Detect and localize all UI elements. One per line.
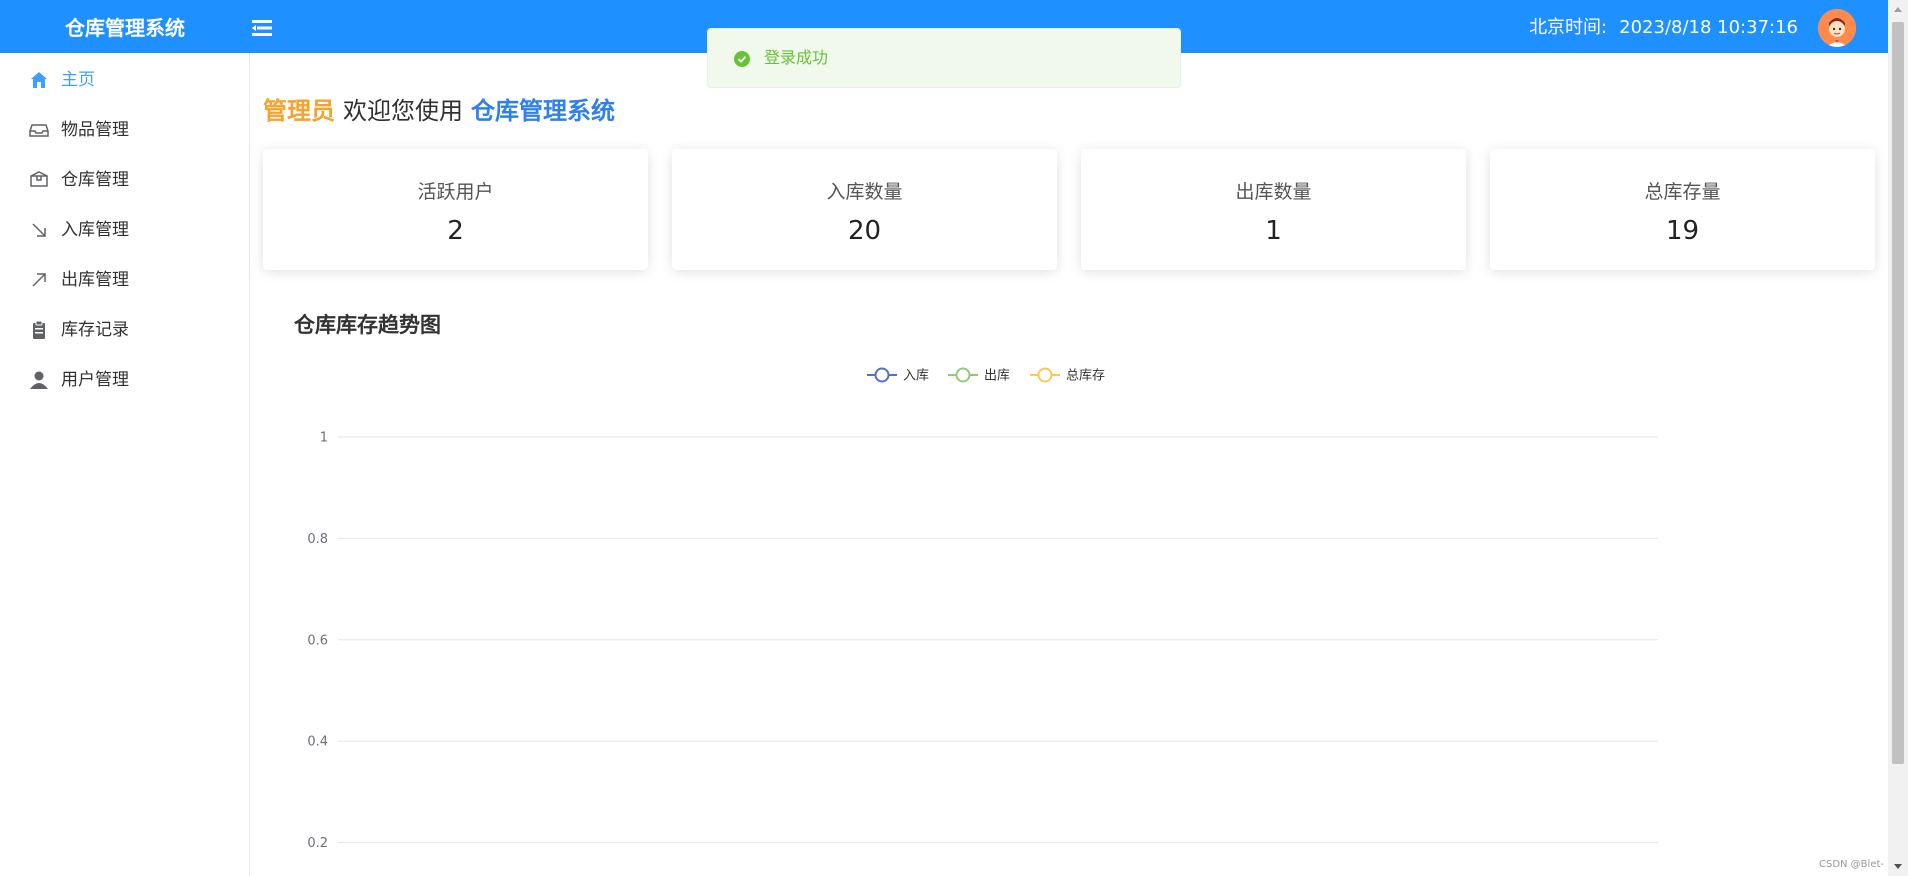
sidebar-item-label: 物品管理 (61, 120, 129, 140)
y-tick-label: 0.8 (307, 532, 328, 547)
box-icon (29, 170, 49, 190)
beijing-clock: 北京时间: 2023/8/18 10:37:16 (1529, 0, 1798, 53)
sidebar-item-label: 用户管理 (61, 370, 129, 390)
sidebar-item-label: 出库管理 (61, 270, 129, 290)
sidebar-item-label: 入库管理 (61, 220, 129, 240)
stat-card-value: 20 (847, 216, 882, 246)
avatar[interactable] (1818, 9, 1856, 47)
legend-marker (955, 367, 971, 383)
stat-card-title: 总库存量 (1644, 181, 1721, 203)
sidebar-item-label: 主页 (61, 70, 95, 90)
check-circle-icon (734, 51, 750, 67)
sidebar: 主页 物品管理 仓库管理 入库管理 出库管理 库存记录 用户管理 (0, 53, 250, 876)
home-icon (29, 70, 49, 90)
scrollbar-thumb[interactable] (1892, 22, 1904, 764)
arrow-down-right-icon (29, 220, 49, 240)
stat-card-title: 活跃用户 (417, 181, 494, 203)
stat-card-title: 出库数量 (1235, 181, 1312, 203)
legend-marker (1037, 367, 1053, 383)
stat-card-value: 1 (1265, 216, 1282, 246)
clock-label: 北京时间: (1529, 17, 1608, 38)
sidebar-item-home[interactable]: 主页 (0, 55, 249, 105)
clipboard-icon (29, 320, 49, 340)
legend-label: 总库存 (1066, 368, 1105, 384)
arrow-up-right-icon (29, 270, 49, 290)
app-window: 仓库管理系统 北京时间: 2023/8/18 10:37:16 主页 物品管理 … (0, 0, 1908, 876)
y-tick-label: 0.4 (307, 735, 328, 750)
stat-card-total-stock: 总库存量 19 (1490, 149, 1875, 270)
y-tick-label: 1 (320, 431, 328, 446)
menu-toggle-icon[interactable] (252, 19, 272, 37)
sidebar-item-warehouse[interactable]: 仓库管理 (0, 155, 249, 205)
scroll-up-arrow-icon[interactable] (1888, 0, 1908, 20)
inbox-icon (29, 120, 49, 140)
welcome-banner: 管理员 欢迎您使用 仓库管理系统 (263, 91, 615, 131)
vertical-scrollbar[interactable] (1888, 0, 1908, 876)
welcome-text: 欢迎您使用 (343, 97, 463, 125)
success-toast: 登录成功 (707, 28, 1181, 88)
stat-card-value: 19 (1665, 216, 1700, 246)
legend-label: 出库 (984, 368, 1010, 384)
trend-chart: 入库 出库 总库存 1 0.8 0.6 0.4 0.2 (307, 367, 1658, 851)
main-content: 管理员 欢迎您使用 仓库管理系统 活跃用户 2 入库数量 20 出库数量 1 总库存… (250, 53, 1888, 876)
sidebar-item-inbound[interactable]: 入库管理 (0, 205, 249, 255)
legend-marker (874, 367, 890, 383)
y-tick-label: 0.6 (307, 633, 328, 648)
stat-card-value: 2 (447, 216, 464, 246)
sidebar-item-goods[interactable]: 物品管理 (0, 105, 249, 155)
sidebar-item-stock-records[interactable]: 库存记录 (0, 305, 249, 355)
welcome-role: 管理员 (263, 97, 335, 125)
sidebar-item-label: 库存记录 (61, 320, 129, 340)
legend-label: 入库 (903, 368, 929, 384)
sidebar-item-users[interactable]: 用户管理 (0, 355, 249, 405)
stat-card-outbound: 出库数量 1 (1081, 149, 1466, 270)
stat-card-inbound: 入库数量 20 (672, 149, 1057, 270)
scroll-down-arrow-icon[interactable] (1888, 856, 1908, 876)
toast-message: 登录成功 (764, 48, 829, 67)
welcome-system-name: 仓库管理系统 (471, 97, 615, 125)
legend-item[interactable]: 入库 (867, 367, 929, 384)
watermark: CSDN @Blet- (1818, 859, 1884, 870)
sidebar-item-outbound[interactable]: 出库管理 (0, 255, 249, 305)
legend-item[interactable]: 出库 (948, 367, 1010, 384)
sidebar-item-label: 仓库管理 (61, 170, 129, 190)
user-icon (29, 370, 49, 390)
app-title: 仓库管理系统 (65, 16, 185, 40)
clock-value: 2023/8/18 10:37:16 (1619, 17, 1798, 38)
legend-item[interactable]: 总库存 (1030, 367, 1105, 384)
stat-card-title: 入库数量 (826, 181, 903, 203)
y-tick-label: 0.2 (307, 836, 328, 851)
stat-card-active-users: 活跃用户 2 (263, 149, 648, 270)
